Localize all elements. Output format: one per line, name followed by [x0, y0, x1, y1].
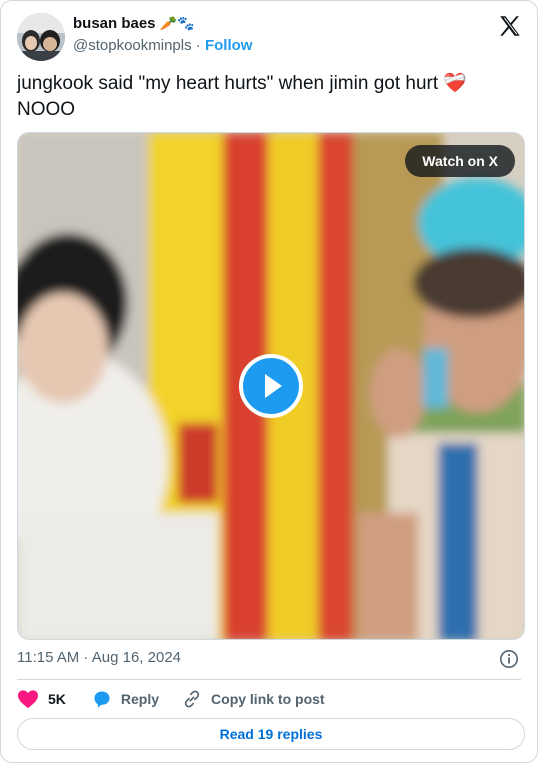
video-player[interactable]: Watch on X — [17, 132, 525, 640]
read-replies-button[interactable]: Read 19 replies — [17, 718, 525, 750]
author-name[interactable]: busan baes — [73, 15, 156, 32]
copy-link-button[interactable]: Copy link to post — [182, 689, 325, 709]
reply-bubble-icon — [94, 691, 110, 708]
author-handle[interactable]: @stopkookminpls — [73, 37, 192, 54]
divider — [17, 679, 521, 680]
follow-button[interactable]: Follow — [205, 37, 253, 54]
copy-link-label: Copy link to post — [211, 691, 325, 707]
link-icon — [184, 690, 200, 708]
tweet-text: jungkook said "my heart hurts" when jimi… — [17, 73, 468, 120]
avatar-image — [17, 13, 65, 61]
action-bar: 5K Reply Copy link to post — [17, 689, 325, 709]
timestamp[interactable]: 11:15 AM · Aug 16, 2024 — [17, 649, 181, 666]
info-icon[interactable] — [499, 649, 519, 669]
like-count: 5K — [48, 691, 66, 707]
author-emoji: 🥕🐾 — [159, 15, 195, 31]
x-logo-icon[interactable] — [497, 13, 523, 39]
author-name-row[interactable]: busan baes 🥕🐾 — [73, 15, 194, 32]
watch-on-x-button[interactable]: Watch on X — [405, 145, 515, 177]
handle-row: @stopkookminpls · Follow — [73, 37, 252, 54]
tweet-card: busan baes 🥕🐾 @stopkookminpls · Follow j… — [0, 0, 538, 763]
separator-dot: · — [195, 37, 201, 54]
reply-label: Reply — [120, 691, 160, 707]
play-button[interactable] — [239, 354, 303, 418]
heart-icon — [18, 690, 38, 709]
like-button[interactable]: 5K — [17, 689, 66, 709]
avatar[interactable] — [17, 13, 65, 61]
reply-button[interactable]: Reply — [92, 689, 159, 709]
play-icon — [265, 374, 282, 398]
